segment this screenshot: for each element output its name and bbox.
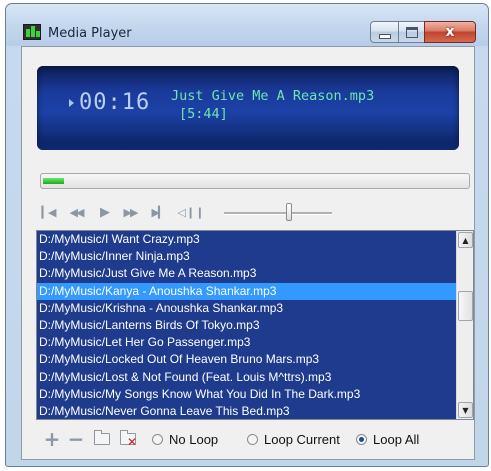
mute-icon: ◁❙❙ <box>177 205 205 219</box>
player-client-area: 00:16 Just Give Me A Reason.mp3 [5:44] ▎… <box>21 46 475 460</box>
rewind-button[interactable]: ◀◀ <box>66 202 86 222</box>
no-loop-label: No Loop <box>169 432 219 447</box>
seek-bar-fill <box>43 178 64 184</box>
scroll-down-button[interactable]: ▼ <box>458 402 473 418</box>
maximize-icon <box>405 26 418 38</box>
radio-indicator <box>247 434 258 445</box>
open-folder-button[interactable] <box>92 429 112 449</box>
close-icon: x <box>445 24 455 40</box>
red-x-icon: ✕ <box>127 435 138 449</box>
playlist-item[interactable]: D:/MyMusic/Let Her Go Passenger.mp3 <box>37 334 456 352</box>
app-icon <box>23 24 41 40</box>
chevron-down-icon: ▼ <box>462 405 469 415</box>
playlist-item[interactable]: D:/MyMusic/Just Give Me A Reason.mp3 <box>37 265 456 283</box>
playlist-items: D:/MyMusic/I Want Crazy.mp3 D:/MyMusic/In… <box>37 231 456 419</box>
close-button[interactable]: x <box>424 21 476 43</box>
playlist-item[interactable]: D:/MyMusic/Lost & Not Found (Feat. Louis… <box>37 368 456 386</box>
media-player-window: Media Player x 00:16 Just Give Me A Reas… <box>5 3 489 467</box>
title-bar[interactable]: Media Player x <box>6 4 488 46</box>
playlist-item[interactable]: D:/MyMusic/My Songs Know What You Did In… <box>37 385 456 403</box>
previous-track-button[interactable]: ▎◀ <box>38 202 58 222</box>
play-button[interactable]: ▶ <box>94 202 114 222</box>
playlist-item-selected[interactable]: D:/MyMusic/Kanya - Anoushka Shankar.mp3 <box>37 282 456 300</box>
track-duration: [5:44] <box>179 106 228 122</box>
minimize-icon <box>378 33 391 39</box>
scrollbar-thumb[interactable] <box>458 291 473 321</box>
playlist-item[interactable]: D:/MyMusic/Krishna - Anoushka Shankar.mp… <box>37 299 456 317</box>
play-icon: ▶ <box>100 204 110 220</box>
loop-all-label: Loop All <box>373 432 420 447</box>
volume-slider-track[interactable] <box>224 212 332 215</box>
scroll-up-button[interactable]: ▲ <box>458 232 473 248</box>
loop-current-label: Loop Current <box>264 432 340 447</box>
minus-icon: − <box>67 427 85 451</box>
now-playing-title: Just Give Me A Reason.mp3 <box>171 88 375 104</box>
folder-icon <box>94 430 110 445</box>
plus-icon: + <box>43 427 61 451</box>
window-title: Media Player <box>48 26 132 41</box>
playlist-item[interactable]: D:/MyMusic/Never Gonna Leave This Bed.mp… <box>37 402 456 419</box>
next-track-button[interactable]: ▶▎ <box>148 202 168 222</box>
loop-current-radio[interactable]: Loop Current <box>247 432 340 447</box>
seek-bar[interactable] <box>40 173 470 189</box>
loop-all-radio[interactable]: Loop All <box>356 432 419 447</box>
playlist-item[interactable]: D:/MyMusic/Locked Out Of Heaven Bruno Ma… <box>37 351 456 369</box>
volume-slider-thumb[interactable] <box>286 203 292 221</box>
add-track-button[interactable]: + <box>42 427 62 451</box>
minimize-button[interactable] <box>370 21 399 43</box>
playlist[interactable]: D:/MyMusic/I Want Crazy.mp3 D:/MyMusic/In… <box>36 230 474 420</box>
remove-track-button[interactable]: − <box>66 427 86 451</box>
chevron-up-icon: ▲ <box>462 235 469 245</box>
playlist-item[interactable]: D:/MyMusic/Inner Ninja.mp3 <box>37 248 456 266</box>
fast-forward-button[interactable]: ▶▶ <box>120 202 140 222</box>
next-track-icon: ▶▎ <box>151 205 167 219</box>
display-glow <box>37 136 459 150</box>
previous-track-icon: ▎◀ <box>41 205 57 219</box>
playlist-scrollbar[interactable]: ▲ ▼ <box>456 231 473 419</box>
mute-button[interactable]: ◁❙❙ <box>176 202 206 222</box>
playing-indicator-icon <box>69 99 74 107</box>
elapsed-time: 00:16 <box>79 90 151 115</box>
now-playing-display: 00:16 Just Give Me A Reason.mp3 [5:44] <box>37 66 459 150</box>
radio-indicator-checked <box>356 434 367 445</box>
radio-indicator <box>152 434 163 445</box>
fast-forward-icon: ▶▶ <box>123 205 139 219</box>
rewind-icon: ◀◀ <box>69 205 85 219</box>
maximize-button[interactable] <box>398 21 425 43</box>
clear-playlist-button[interactable]: ✕ <box>118 429 138 449</box>
playlist-item[interactable]: D:/MyMusic/Lanterns Birds Of Tokyo.mp3 <box>37 316 456 335</box>
playlist-item[interactable]: D:/MyMusic/I Want Crazy.mp3 <box>37 231 456 249</box>
no-loop-radio[interactable]: No Loop <box>152 432 218 447</box>
